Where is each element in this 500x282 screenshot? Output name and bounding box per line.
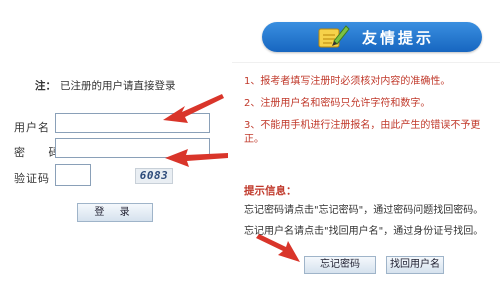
forgot-password-button[interactable]: 忘记密码 [304, 256, 376, 274]
note-text: 已注册的用户请直接登录 [60, 80, 176, 92]
username-label: 用户名 [14, 121, 50, 134]
tip-item: 1、报考者填写注册时必须核对内容的准确性。 [244, 76, 451, 87]
username-input[interactable] [55, 113, 210, 133]
hint-line: 忘记用户名请点击"找回用户名"，通过身份证号找回。 [244, 226, 484, 237]
captcha-input[interactable] [55, 164, 91, 186]
tips-title: 友情提示 [362, 29, 435, 47]
captcha-label: 验证码 [14, 172, 50, 185]
tip-item: 3、不能用手机进行注册报名，由此产生的错误不予更 [244, 120, 481, 131]
divider [232, 62, 500, 63]
forgot-username-button[interactable]: 找回用户名 [386, 256, 444, 274]
tip-item: 2、注册用户名和密码只允许字符和数字。 [244, 98, 431, 109]
hint-title: 提示信息： [244, 185, 297, 197]
notepad-pencil-icon [318, 25, 350, 48]
captcha-image[interactable]: 6083 [135, 168, 173, 184]
login-button[interactable]: 登 录 [77, 203, 153, 222]
password-input[interactable] [55, 138, 210, 158]
arrow-to-forgot-icon [256, 234, 300, 262]
login-note: 注： 已注册的用户请直接登录 [35, 78, 176, 93]
tip-item: 正。 [244, 134, 264, 145]
note-prefix: 注： [35, 80, 56, 92]
hint-line: 忘记密码请点击"忘记密码"，通过密码问题找回密码。 [244, 205, 484, 216]
